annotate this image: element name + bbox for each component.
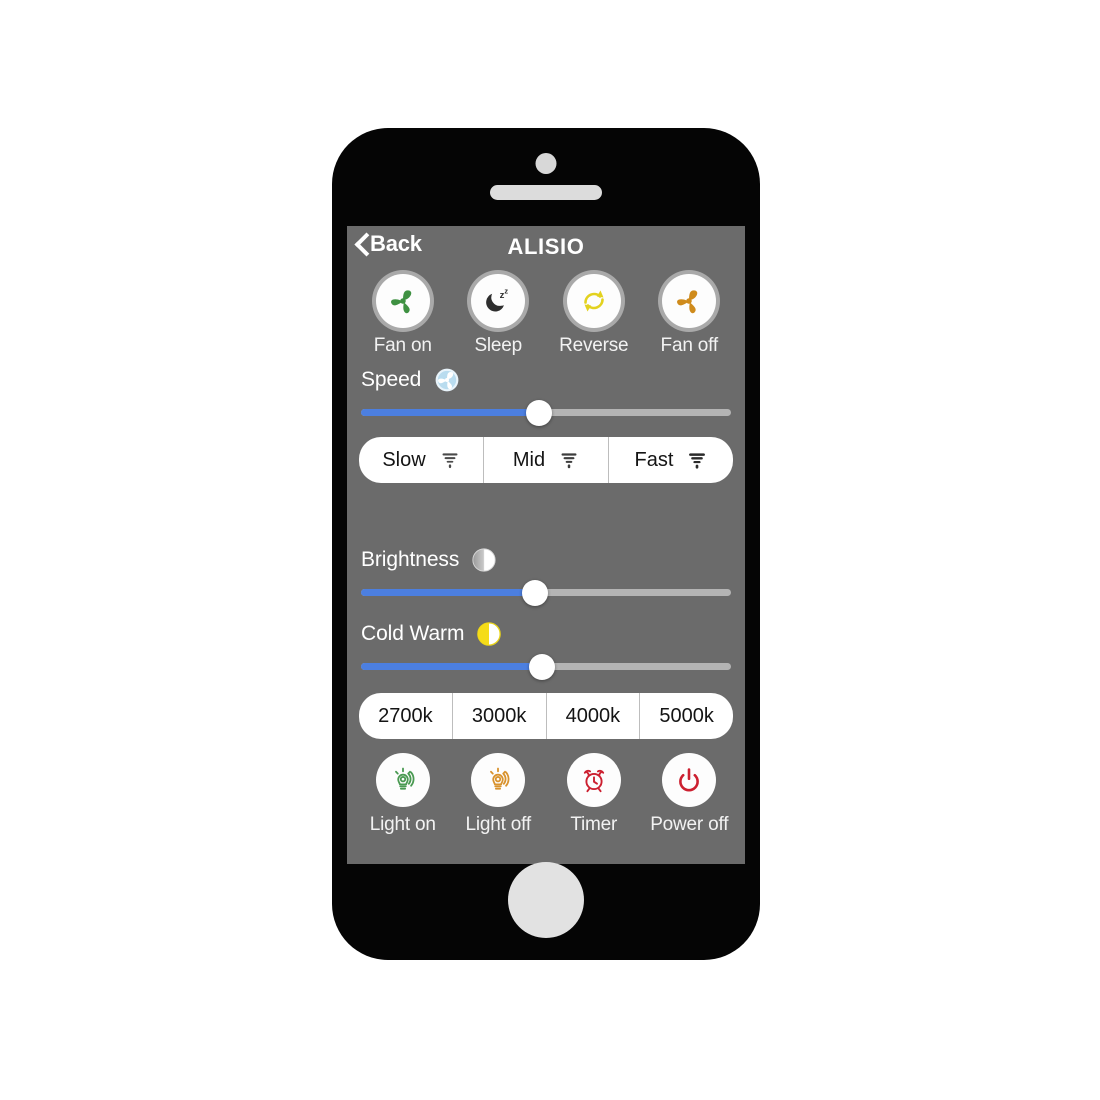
cold-warm-section: Cold Warm <box>347 619 745 680</box>
speed-preset-fast-label: Fast <box>634 448 674 471</box>
half-circle-white-icon <box>472 548 496 572</box>
speed-preset-group: Slow Mid Fast <box>359 437 733 483</box>
brightness-header: Brightness <box>361 545 731 575</box>
reverse-label: Reverse <box>559 335 629 356</box>
fan-on-button[interactable]: Fan on <box>355 274 451 357</box>
speed-preset-fast[interactable]: Fast <box>609 437 733 483</box>
cold-warm-slider[interactable] <box>361 654 731 680</box>
phone-frame: Back ALISIO Fan on z z Sleep Reverse Fan… <box>332 128 760 960</box>
color-temperature-group: 2700k 3000k 4000k 5000k <box>359 693 733 739</box>
fan-icon <box>677 290 698 314</box>
color-temp-2700k-label: 2700k <box>378 704 433 727</box>
fan-off-label: Fan off <box>660 335 719 356</box>
light-off-label: Light off <box>465 814 532 835</box>
cold-warm-slider-knob[interactable] <box>529 654 556 680</box>
brightness-slider[interactable] <box>361 580 731 606</box>
brightness-section: Brightness <box>347 545 745 606</box>
speed-label: Speed <box>361 368 422 391</box>
speed-slider-knob[interactable] <box>525 400 552 426</box>
fan-control-row: Fan on z z Sleep Reverse Fan off <box>347 274 745 357</box>
timer-label: Timer <box>570 814 618 835</box>
speed-slider-fill <box>361 409 539 416</box>
tornado-large-icon <box>689 453 706 469</box>
power-off-button[interactable]: Power off <box>642 753 738 836</box>
light-bulb-icon <box>394 767 415 790</box>
fan-on-label: Fan on <box>373 335 432 356</box>
timer-disc <box>566 753 621 807</box>
power-off-label: Power off <box>650 814 729 835</box>
power-off-disc <box>662 753 717 807</box>
sleep-button[interactable]: z z Sleep <box>451 274 547 357</box>
home-button[interactable] <box>508 862 584 938</box>
light-bulb-icon <box>490 767 510 790</box>
reverse-button[interactable]: Reverse <box>546 274 642 357</box>
app-screen: Back ALISIO Fan on z z Sleep Reverse Fan… <box>347 226 745 864</box>
speed-preset-mid[interactable]: Mid <box>484 437 609 483</box>
speed-header: Speed <box>361 365 731 395</box>
sleep-label: Sleep <box>474 335 523 356</box>
front-camera-icon <box>535 153 557 174</box>
timer-button[interactable]: Timer <box>546 753 642 836</box>
speed-preset-mid-label: Mid <box>512 448 546 471</box>
fan-off-button[interactable]: Fan off <box>642 274 738 357</box>
speed-section: Speed <box>347 365 745 426</box>
fan-glow-icon <box>435 368 459 392</box>
color-temp-5000k-label: 5000k <box>659 704 714 727</box>
light-on-button[interactable]: Light on <box>355 753 451 836</box>
speed-preset-slow-label: Slow <box>382 448 426 471</box>
reverse-loop-icon <box>583 290 604 312</box>
color-temp-4000k[interactable]: 4000k <box>547 693 641 739</box>
speed-preset-slow[interactable]: Slow <box>359 437 484 483</box>
power-icon <box>679 768 700 792</box>
color-temp-3000k-label: 3000k <box>471 704 527 727</box>
cold-warm-slider-fill <box>361 663 543 670</box>
cold-warm-header: Cold Warm <box>361 619 731 649</box>
brightness-label: Brightness <box>361 548 460 571</box>
color-temp-4000k-label: 4000k <box>565 704 621 727</box>
sleep-disc: z z <box>471 274 526 328</box>
power-control-row: Light on Light off Timer Power off <box>347 753 745 836</box>
navigation-bar: Back ALISIO <box>347 226 745 274</box>
light-off-button[interactable]: Light off <box>451 753 547 836</box>
fan-off-disc <box>662 274 717 328</box>
brightness-slider-fill <box>361 589 535 596</box>
fan-icon <box>390 290 412 314</box>
light-on-label: Light on <box>369 814 436 835</box>
speed-slider[interactable] <box>361 400 731 426</box>
fan-on-disc <box>375 274 430 328</box>
light-on-disc <box>375 753 430 807</box>
color-temp-5000k[interactable]: 5000k <box>640 693 733 739</box>
color-temp-3000k[interactable]: 3000k <box>453 693 547 739</box>
brightness-slider-knob[interactable] <box>521 580 548 606</box>
svg-text:z: z <box>505 287 509 296</box>
page-title: ALISIO <box>507 234 585 259</box>
earpiece-speaker <box>490 185 602 200</box>
light-off-disc <box>471 753 526 807</box>
tornado-medium-icon <box>561 453 577 469</box>
half-circle-yellow-icon <box>477 622 502 646</box>
reverse-disc <box>566 274 621 328</box>
color-temp-2700k[interactable]: 2700k <box>359 693 453 739</box>
cold-warm-label: Cold Warm <box>361 622 465 645</box>
tornado-small-icon <box>442 453 458 469</box>
alarm-clock-icon <box>583 769 604 793</box>
moon-zzz-icon: z z <box>486 287 509 312</box>
